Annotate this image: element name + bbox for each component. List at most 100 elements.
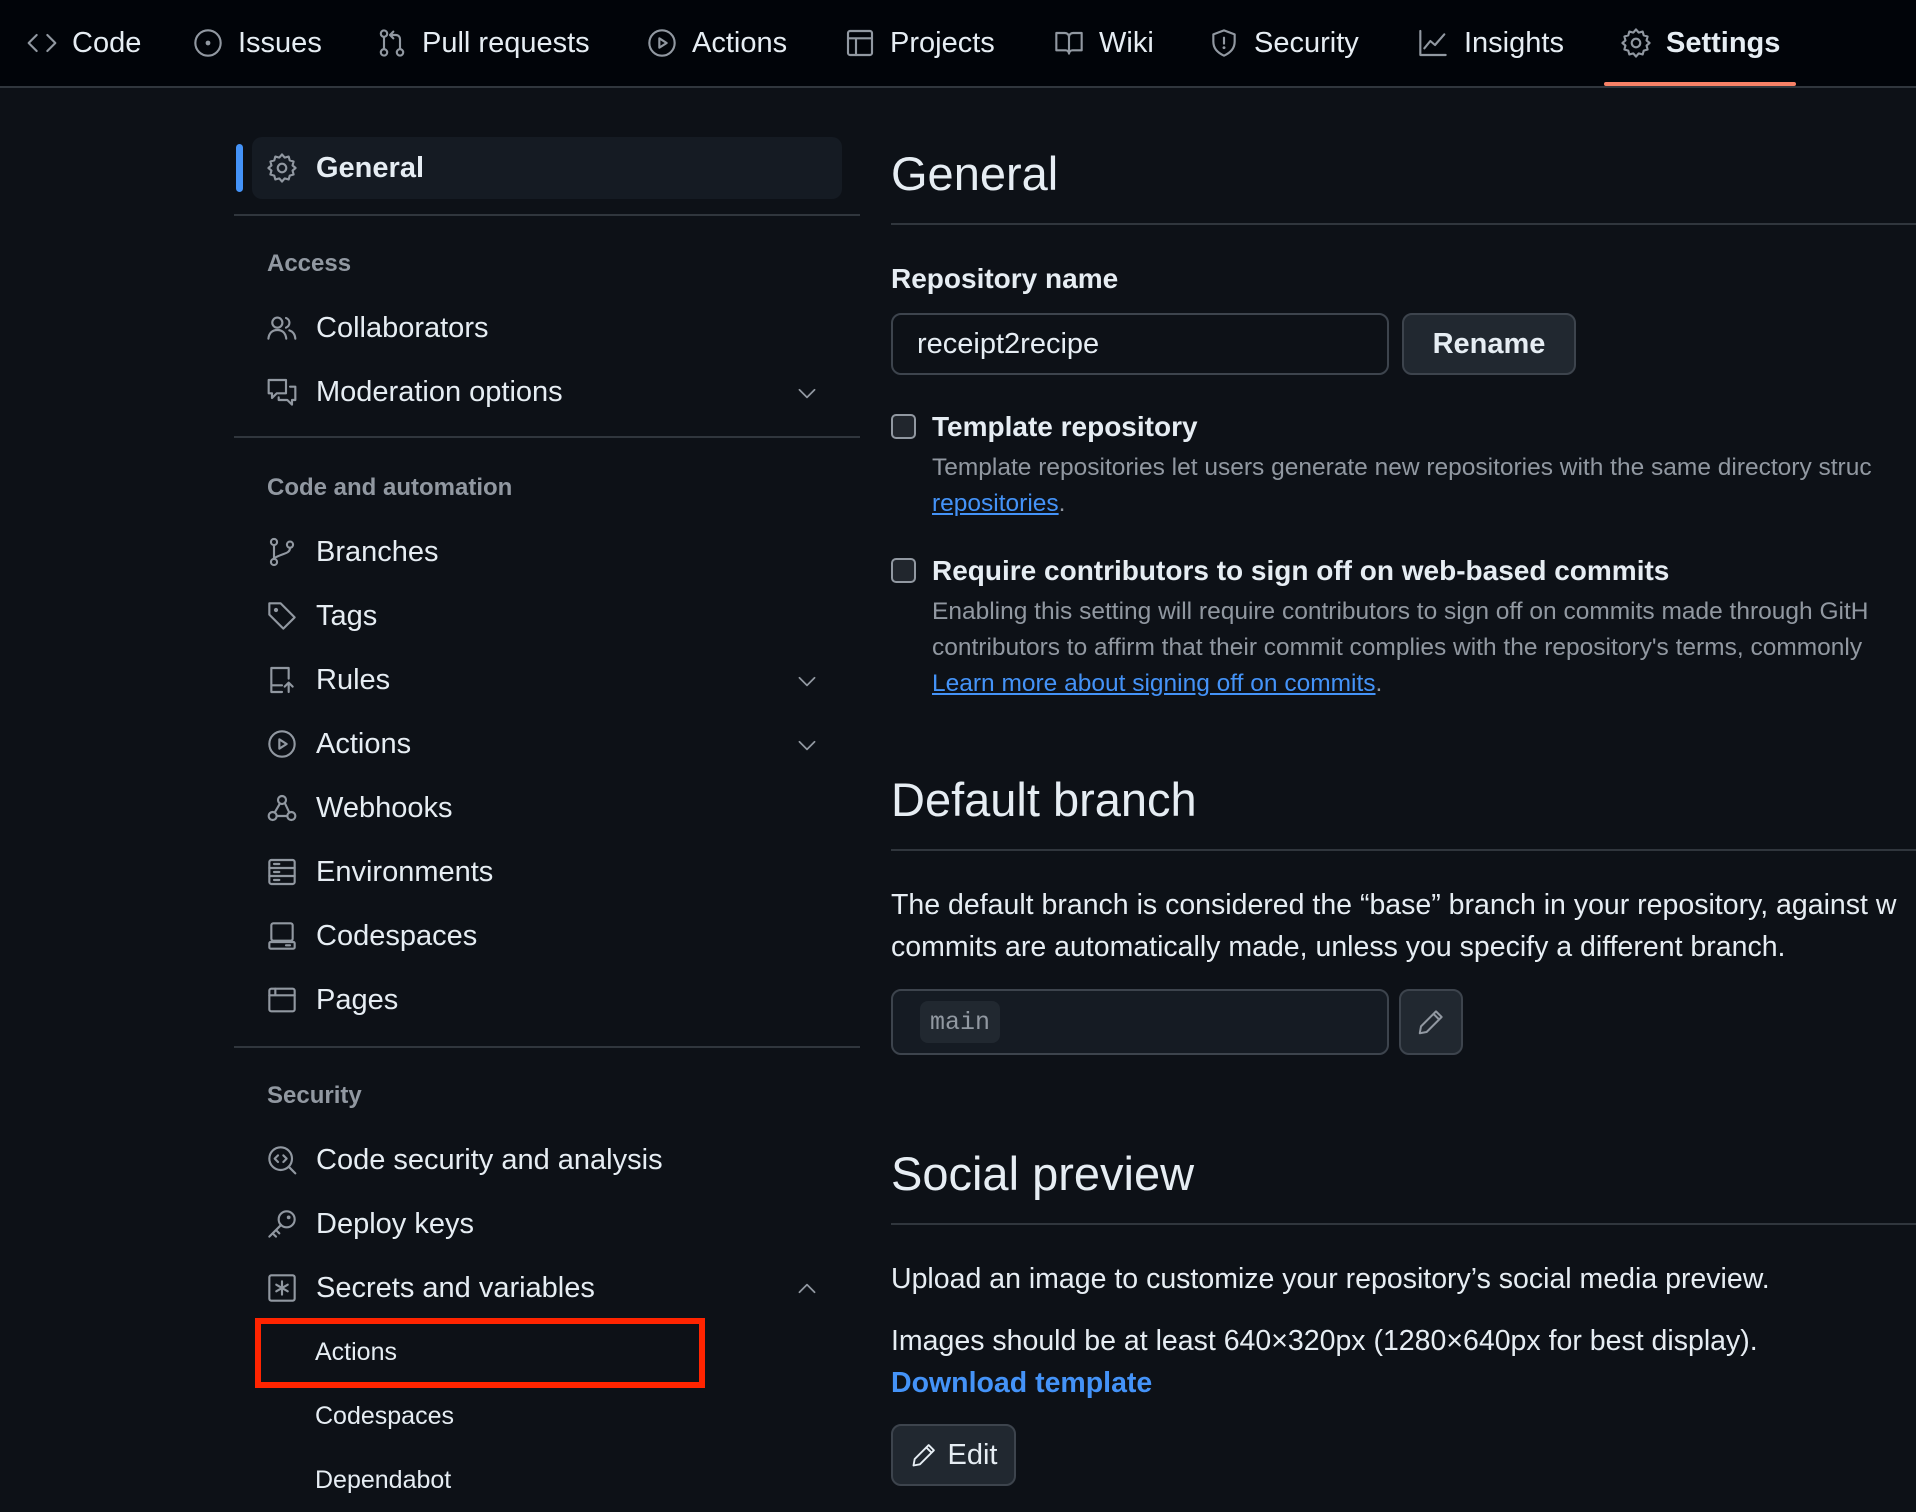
sidebar-item-environments[interactable]: Environments [252, 844, 842, 900]
sidebar-heading-security: Security [267, 1082, 362, 1109]
template-repositories-link[interactable]: repositories [932, 490, 1059, 517]
page-title: General [891, 147, 1059, 200]
issue-icon [192, 27, 224, 59]
signoff-learn-more-link[interactable]: Learn more about signing off on commits [932, 670, 1376, 697]
section-divider [891, 849, 1916, 851]
sidebar-item-rules[interactable]: Rules [252, 652, 842, 708]
browser-icon [266, 984, 298, 1016]
shield-icon [1208, 27, 1240, 59]
signoff-label: Require contributors to sign off on web-… [932, 555, 1670, 586]
codescan-icon [266, 1144, 298, 1176]
sidebar-divider [234, 1046, 860, 1048]
download-template-link[interactable]: Download template [891, 1362, 1152, 1404]
tab-projects[interactable]: Projects [844, 0, 995, 86]
tab-label: Pull requests [422, 26, 590, 59]
sidebar-item-general[interactable]: General [252, 140, 842, 196]
pencil-icon [910, 1441, 938, 1469]
sidebar-heading-code-and-automation: Code and automation [267, 474, 513, 501]
tab-label: Issues [238, 26, 322, 59]
edit-social-preview-button[interactable]: Edit [891, 1424, 1016, 1486]
book-icon [1053, 27, 1085, 59]
description-line: repositories. [932, 486, 1872, 522]
sidebar-item-secrets-and-variables[interactable]: Secrets and variables [252, 1260, 842, 1316]
tab-insights[interactable]: Insights [1416, 0, 1564, 86]
active-item-indicator [236, 144, 243, 192]
codespaces-icon [266, 920, 298, 952]
pull-request-icon [376, 27, 408, 59]
tab-issues[interactable]: Issues [192, 0, 322, 86]
sidebar-subitem-dependabot[interactable]: Dependabot [315, 1466, 451, 1495]
tab-code[interactable]: Code [26, 0, 141, 86]
sidebar-item-codespaces[interactable]: Codespaces [252, 908, 842, 964]
graph-icon [1416, 27, 1450, 59]
sidebar-item-label: General [316, 151, 424, 184]
description-line: Learn more about signing off on commits. [932, 666, 1868, 702]
sidebar-item-label: Tags [316, 599, 378, 632]
gear-icon [1620, 27, 1652, 59]
play-icon [266, 728, 298, 760]
sidebar-item-label: Webhooks [316, 791, 453, 824]
tab-pull-requests[interactable]: Pull requests [376, 0, 590, 86]
sidebar-item-webhooks[interactable]: Webhooks [252, 780, 842, 836]
sidebar-item-code-security[interactable]: Code security and analysis [252, 1132, 842, 1188]
chevron-down-icon [794, 668, 820, 694]
button-label: Edit [947, 1438, 998, 1471]
sidebar-item-actions[interactable]: Actions [252, 716, 842, 772]
repo-nav: Code Issues Pull requests Actions Projec… [0, 0, 1916, 88]
edit-default-branch-button[interactable] [1399, 989, 1463, 1055]
tab-label: Security [1254, 26, 1359, 59]
description-line: contributors to affirm that their commit… [932, 634, 1863, 661]
tag-icon [266, 600, 298, 632]
chevron-down-icon [794, 732, 820, 758]
sidebar-item-pages[interactable]: Pages [252, 972, 842, 1028]
sidebar-item-moderation-options[interactable]: Moderation options [252, 364, 842, 420]
gear-icon [266, 152, 298, 184]
git-branch-icon [266, 536, 298, 568]
table-icon [844, 27, 876, 59]
sidebar-item-label: Branches [316, 535, 439, 568]
sidebar-item-tags[interactable]: Tags [252, 588, 842, 644]
sidebar-item-label: Actions [316, 727, 412, 760]
key-icon [266, 1208, 298, 1240]
default-branch-field: main [891, 989, 1389, 1055]
section-divider [891, 1223, 1916, 1225]
template-repository-checkbox[interactable] [891, 414, 916, 439]
sidebar-item-label: Environments [316, 855, 494, 888]
tab-security[interactable]: Security [1208, 0, 1359, 86]
sidebar-item-label: Codespaces [316, 919, 478, 952]
sidebar-heading-access: Access [267, 250, 352, 277]
asterisk-icon [266, 1272, 298, 1304]
sidebar-item-label: Rules [316, 663, 391, 696]
section-divider [891, 223, 1916, 225]
tab-settings[interactable]: Settings [1620, 0, 1780, 86]
people-icon [266, 312, 298, 344]
selected-tab-indicator [1604, 82, 1796, 86]
repo-push-icon [266, 664, 298, 696]
social-preview-text: Upload an image to customize your reposi… [891, 1263, 1770, 1295]
tab-actions[interactable]: Actions [646, 0, 787, 86]
description-line: The default branch is considered the “ba… [891, 889, 1897, 921]
tab-label: Insights [1464, 26, 1564, 59]
rename-button[interactable]: Rename [1402, 313, 1576, 375]
sidebar-item-label: Deploy keys [316, 1207, 474, 1240]
punctuation: . [1375, 670, 1383, 697]
signoff-checkbox[interactable] [891, 558, 916, 583]
social-preview-size-text: Images should be at least 640×320px (128… [891, 1325, 1758, 1357]
sidebar-divider [234, 436, 860, 438]
repo-name-label: Repository name [891, 263, 1119, 294]
sidebar-item-branches[interactable]: Branches [252, 524, 842, 580]
tab-label: Actions [692, 26, 788, 59]
tab-label: Projects [890, 26, 995, 59]
sidebar-item-collaborators[interactable]: Collaborators [252, 300, 842, 356]
sidebar-subitem-codespaces[interactable]: Codespaces [315, 1402, 454, 1431]
play-icon [646, 27, 678, 59]
sidebar-item-label: Code security and analysis [316, 1143, 663, 1176]
sidebar-item-label: Moderation options [316, 375, 563, 408]
comment-discussion-icon [266, 376, 298, 408]
sidebar-item-deploy-keys[interactable]: Deploy keys [252, 1196, 842, 1252]
tab-wiki[interactable]: Wiki [1053, 0, 1154, 86]
server-icon [266, 856, 298, 888]
repo-name-input[interactable] [891, 313, 1389, 375]
branch-name: main [920, 1001, 1001, 1043]
social-preview-title: Social preview [891, 1147, 1195, 1200]
